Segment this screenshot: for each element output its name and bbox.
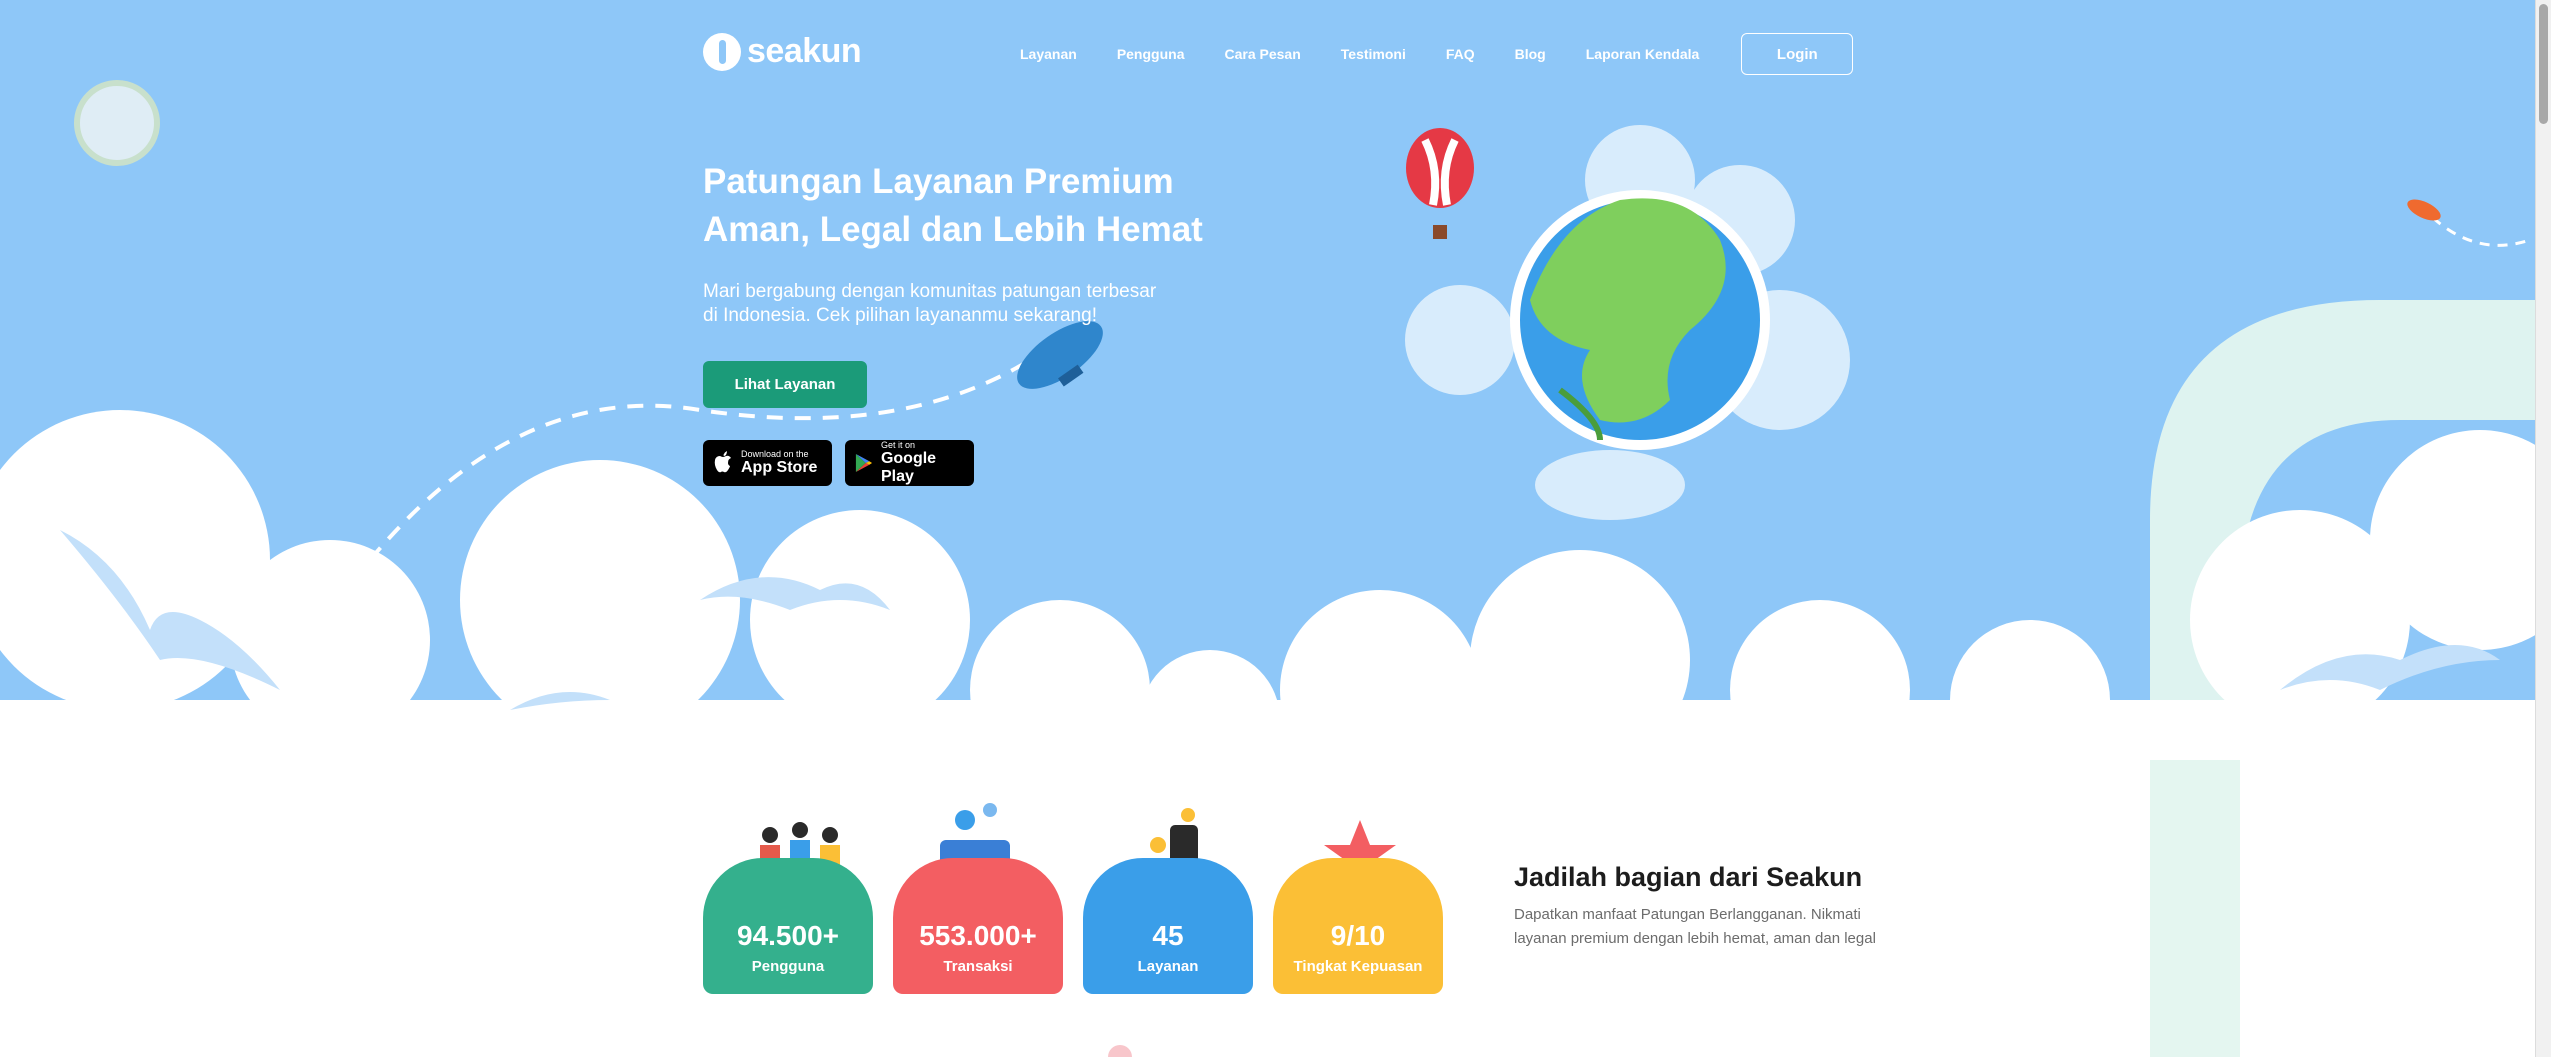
nav-pengguna[interactable]: Pengguna xyxy=(1117,46,1185,62)
stat-card-transaksi: 553.000+ Transaksi xyxy=(893,858,1063,994)
gplay-small-text: Get it on xyxy=(880,440,915,450)
hero-title-line2: Aman, Legal dan Lebih Hemat xyxy=(703,210,1203,249)
gplay-big-text: Google Play xyxy=(880,450,937,485)
globe-icon xyxy=(1510,190,1770,450)
balloon-icon xyxy=(1406,128,1474,239)
hero-subtitle: Mari bergabung dengan komunitas patungan… xyxy=(703,280,1223,328)
stat-card-pengguna: 94.500+ Pengguna xyxy=(703,858,873,994)
join-desc-line1: Dapatkan manfaat Patungan Berlangganan. … xyxy=(1514,906,1861,923)
sun-icon xyxy=(74,80,160,166)
nav-cara-pesan[interactable]: Cara Pesan xyxy=(1224,46,1300,62)
stat-label: Transaksi xyxy=(943,958,1013,975)
nav-faq[interactable]: FAQ xyxy=(1446,46,1475,62)
nav-laporan-kendala[interactable]: Laporan Kendala xyxy=(1586,46,1700,62)
appstore-small-text: Download on the xyxy=(741,449,809,459)
stat-card-layanan: 45 Layanan xyxy=(1083,858,1253,994)
lihat-layanan-button[interactable]: Lihat Layanan xyxy=(703,361,867,408)
appstore-big-text: App Store xyxy=(741,459,818,476)
hero-title: Patungan Layanan Premium Aman, Legal dan… xyxy=(703,158,1303,254)
stat-label: Layanan xyxy=(1137,958,1199,975)
nav-testimoni[interactable]: Testimoni xyxy=(1341,46,1406,62)
stat-card-kepuasan: 9/10 Tingkat Kepuasan xyxy=(1273,858,1443,994)
nav-blog[interactable]: Blog xyxy=(1515,46,1546,62)
seakun-logo[interactable]: seakun xyxy=(703,32,862,71)
main-nav: Layanan Pengguna Cara Pesan Testimoni FA… xyxy=(1020,32,1854,76)
hero-title-line1: Patungan Layanan Premium xyxy=(703,162,1174,201)
login-button[interactable]: Login xyxy=(1741,33,1854,75)
join-description: Dapatkan manfaat Patungan Berlangganan. … xyxy=(1514,903,1914,951)
stat-value: 45 xyxy=(1152,920,1184,951)
join-desc-line2: layanan premium dengan lebih hemat, aman… xyxy=(1514,930,1876,947)
stat-value: 553.000+ xyxy=(919,920,1037,951)
hero-subtitle-line1: Mari bergabung dengan komunitas patungan… xyxy=(703,281,1157,302)
hero-subtitle-line2: di Indonesia. Cek pilihan layananmu seka… xyxy=(703,305,1097,326)
stat-label: Tingkat Kepuasan xyxy=(1293,958,1423,975)
logo-text: seakun xyxy=(747,32,862,70)
logo-icon xyxy=(703,32,741,71)
nav-layanan[interactable]: Layanan xyxy=(1020,46,1077,62)
stat-value: 94.500+ xyxy=(737,920,839,951)
app-store-button[interactable]: Download on the App Store xyxy=(703,440,832,486)
apple-icon xyxy=(714,451,731,473)
page-scrollbar[interactable] xyxy=(2535,0,2551,1057)
scrollbar-thumb[interactable] xyxy=(2539,4,2548,124)
stat-value: 9/10 xyxy=(1330,920,1386,951)
google-play-icon xyxy=(855,454,873,472)
stat-label: Pengguna xyxy=(751,958,825,975)
google-play-button[interactable]: Get it on Google Play xyxy=(845,440,974,486)
join-title: Jadilah bagian dari Seakun xyxy=(1514,862,1863,892)
